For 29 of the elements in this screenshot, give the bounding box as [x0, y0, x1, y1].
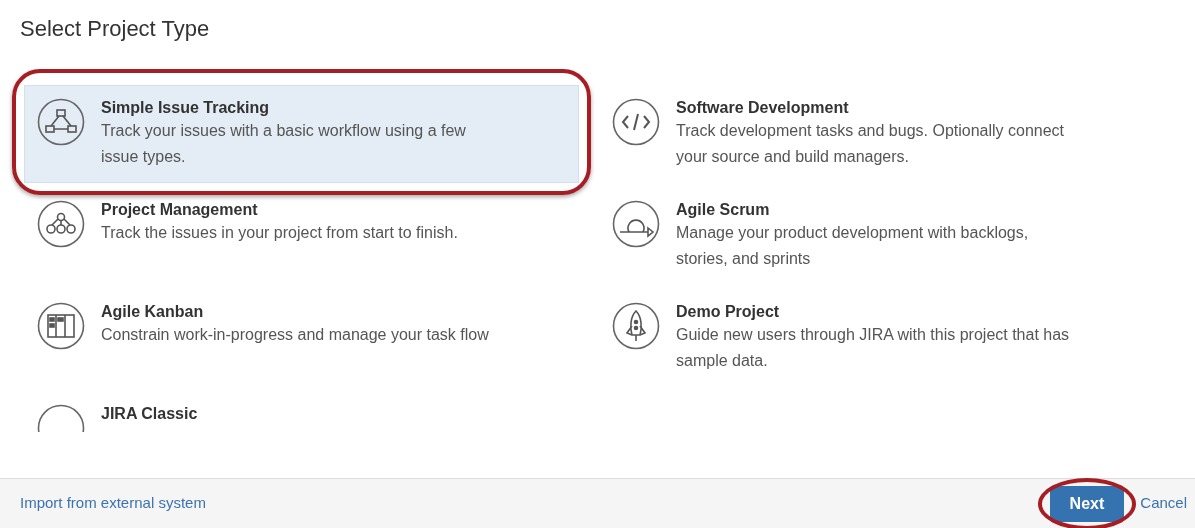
project-type-option[interactable]: Project Management Track the issues in your project from start to finish. [24, 187, 579, 261]
kanban-board-icon [37, 302, 85, 350]
option-title: Software Development [676, 98, 850, 118]
option-title: Simple Issue Tracking [101, 98, 271, 118]
option-title: JIRA Classic [101, 404, 198, 424]
option-title: Agile Kanban [101, 302, 205, 322]
option-description: Constrain work-in-progress and manage your task flow [101, 325, 489, 345]
next-button[interactable]: Next [1049, 485, 1125, 522]
option-description: Guide new users through JIRA with this project that has sample data. [676, 325, 1071, 371]
project-type-option[interactable]: Agile Kanban Constrain work-in-progress and manage your task flow [24, 289, 579, 363]
project-type-option[interactable]: JIRA Classic [24, 391, 579, 433]
hierarchy-icon [37, 200, 85, 248]
option-description: Track development tasks and bugs. Optionally connect your source and build managers. [676, 121, 1066, 167]
rocket-icon [612, 302, 660, 350]
option-title: Project Management [101, 200, 259, 220]
dialog-title: Select Project Type [20, 16, 210, 41]
option-description: Manage your product development with backlogs, stories, and sprints [676, 223, 1030, 269]
option-description: Track the issues in your project from start to finish. [101, 223, 458, 243]
import-link[interactable]: Import from external system [20, 492, 206, 515]
cancel-link[interactable]: Cancel [1140, 492, 1187, 515]
option-title: Agile Scrum [676, 200, 771, 220]
project-type-option[interactable]: Agile Scrum Manage your product development with backlogs, stories, and sprints [599, 187, 1154, 285]
flowchart-icon [37, 98, 85, 146]
option-description: Track your issues with a basic workflow using a few issue types. [101, 121, 467, 167]
option-title: Demo Project [676, 302, 781, 322]
project-type-option[interactable]: Simple Issue Tracking Track your issues with a basic workflow using a few issue types. [24, 85, 579, 183]
project-type-option[interactable]: Demo Project Guide new users through JIRA with this project that has sample data. [599, 289, 1154, 387]
project-type-option[interactable]: Software Development Track development tasks and bugs. Optionally connect your source and build managers. [599, 85, 1154, 183]
code-icon [612, 98, 660, 146]
